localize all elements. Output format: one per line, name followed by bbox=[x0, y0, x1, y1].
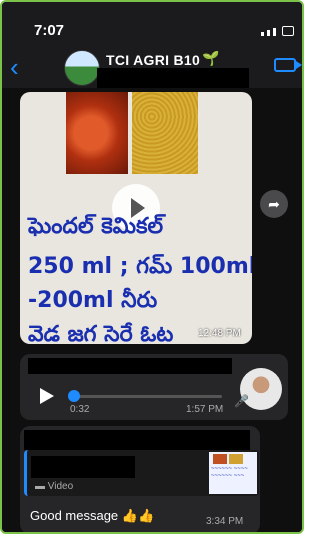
quote-label-text: Video bbox=[47, 481, 74, 492]
chat-title[interactable]: TCI AGRI B10 bbox=[106, 52, 200, 68]
redaction-box bbox=[28, 358, 232, 374]
trap-photo-thumbnail bbox=[229, 454, 243, 464]
status-icons bbox=[261, 26, 294, 36]
trap-photo-thumbnail bbox=[132, 92, 198, 174]
group-avatar[interactable] bbox=[64, 50, 100, 86]
voice-play-icon[interactable] bbox=[40, 388, 54, 404]
handwritten-line: ఘెందల్ కెమికల్ bbox=[28, 214, 164, 239]
message-caption: Good message 👍👍 bbox=[30, 508, 155, 523]
handwritten-line: వెడ జగ సెరే ఓట bbox=[28, 322, 174, 344]
chat-header: 7:07 ‹ TCI AGRI B10 🌱 bbox=[2, 2, 302, 88]
redaction-box bbox=[24, 430, 250, 450]
message-time: 3:34 PM bbox=[206, 516, 244, 527]
quote-thumbnail: ~~~~~~ ~~~~ ~~~~~~ ~~~ bbox=[209, 452, 257, 494]
pest-photo-thumbnail bbox=[66, 92, 128, 174]
sprout-icon: 🌱 bbox=[202, 50, 220, 66]
forwarded-message[interactable]: ▬ Video ~~~~~~ ~~~~ ~~~~~~ ~~~ Good mess… bbox=[20, 426, 260, 532]
voice-progress-track[interactable] bbox=[72, 395, 222, 398]
handwritten-line: 250 ml ; గమ్ 100ml bbox=[28, 254, 252, 279]
quote-label: ▬ Video bbox=[35, 481, 74, 492]
handwriting-preview: ~~~~~~ ~~~~ ~~~~~~ ~~~ bbox=[211, 466, 248, 479]
signal-icon bbox=[273, 28, 276, 36]
message-time: 1:57 PM bbox=[186, 404, 224, 415]
video-message[interactable]: ఘెందల్ కెమికల్ 250 ml ; గమ్ 100ml -200ml… bbox=[20, 92, 252, 344]
message-time: 12:48 PM bbox=[198, 328, 241, 339]
voice-message[interactable]: 0:32 1:57 PM 🎤 bbox=[20, 354, 288, 420]
mic-icon: 🎤 bbox=[234, 394, 249, 408]
video-call-icon[interactable] bbox=[274, 58, 302, 72]
adjacent-media-edge bbox=[302, 248, 304, 448]
signal-icon bbox=[261, 32, 264, 36]
forward-icon[interactable]: ➦ bbox=[260, 190, 288, 218]
battery-icon bbox=[282, 26, 294, 36]
signal-icon bbox=[267, 30, 270, 36]
redaction-box bbox=[31, 456, 135, 478]
redaction-box bbox=[97, 68, 249, 88]
voice-scrubber[interactable] bbox=[68, 390, 80, 402]
pest-photo-thumbnail bbox=[213, 454, 227, 464]
chevron-left-icon[interactable]: ‹ bbox=[10, 54, 19, 80]
voice-duration: 0:32 bbox=[70, 404, 90, 415]
handwritten-line: -200ml నీరు bbox=[28, 288, 158, 313]
status-time: 7:07 bbox=[34, 22, 65, 39]
quoted-video[interactable]: ▬ Video ~~~~~~ ~~~~ ~~~~~~ ~~~ bbox=[24, 450, 259, 496]
phone-screen: 7:07 ‹ TCI AGRI B10 🌱 ఘెందల్ కెమికల్ 250… bbox=[0, 0, 304, 534]
message-list[interactable]: ఘెందల్ కెమికల్ 250 ml ; గమ్ 100ml -200ml… bbox=[2, 88, 304, 532]
